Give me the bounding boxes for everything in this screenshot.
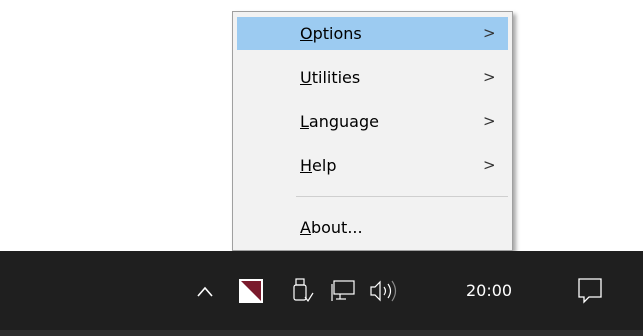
show-hidden-icons-button[interactable]: [192, 272, 218, 310]
menu-item-options[interactable]: Options >: [237, 17, 508, 50]
notification-area: [0, 251, 643, 330]
app-tray-icon: [239, 279, 263, 303]
menu-item-utilities[interactable]: Utilities >: [237, 61, 508, 94]
volume-button[interactable]: [366, 272, 400, 310]
chevron-right-icon: >: [483, 156, 496, 174]
chevron-right-icon: >: [483, 112, 496, 130]
menu-separator: [296, 196, 508, 197]
network-icon: [331, 280, 355, 301]
menu-item-label: About...: [300, 218, 363, 237]
taskbar-bottom-edge: [0, 330, 643, 336]
app-tray-button[interactable]: [236, 272, 268, 310]
network-button[interactable]: [330, 272, 360, 310]
chevron-right-icon: >: [483, 68, 496, 86]
usb-drive-icon: [293, 278, 314, 303]
action-center-button[interactable]: [575, 272, 607, 310]
menu-item-language[interactable]: Language >: [237, 105, 508, 138]
chevron-up-icon: [197, 286, 213, 297]
taskbar-clock[interactable]: 20:00: [466, 280, 512, 302]
tray-context-menu: Options > Utilities > Language > Help > …: [232, 11, 513, 251]
menu-item-help[interactable]: Help >: [237, 149, 508, 182]
safely-remove-hardware-button[interactable]: [288, 272, 316, 310]
menu-item-label: Help: [300, 156, 337, 175]
menu-item-label: Options: [300, 24, 362, 43]
notification-icon: [578, 278, 602, 304]
menu-item-about[interactable]: About...: [237, 211, 508, 244]
menu-item-label: Utilities: [300, 68, 361, 87]
chevron-right-icon: >: [483, 24, 496, 42]
menu-item-label: Language: [300, 112, 379, 131]
speaker-icon: [370, 280, 397, 302]
